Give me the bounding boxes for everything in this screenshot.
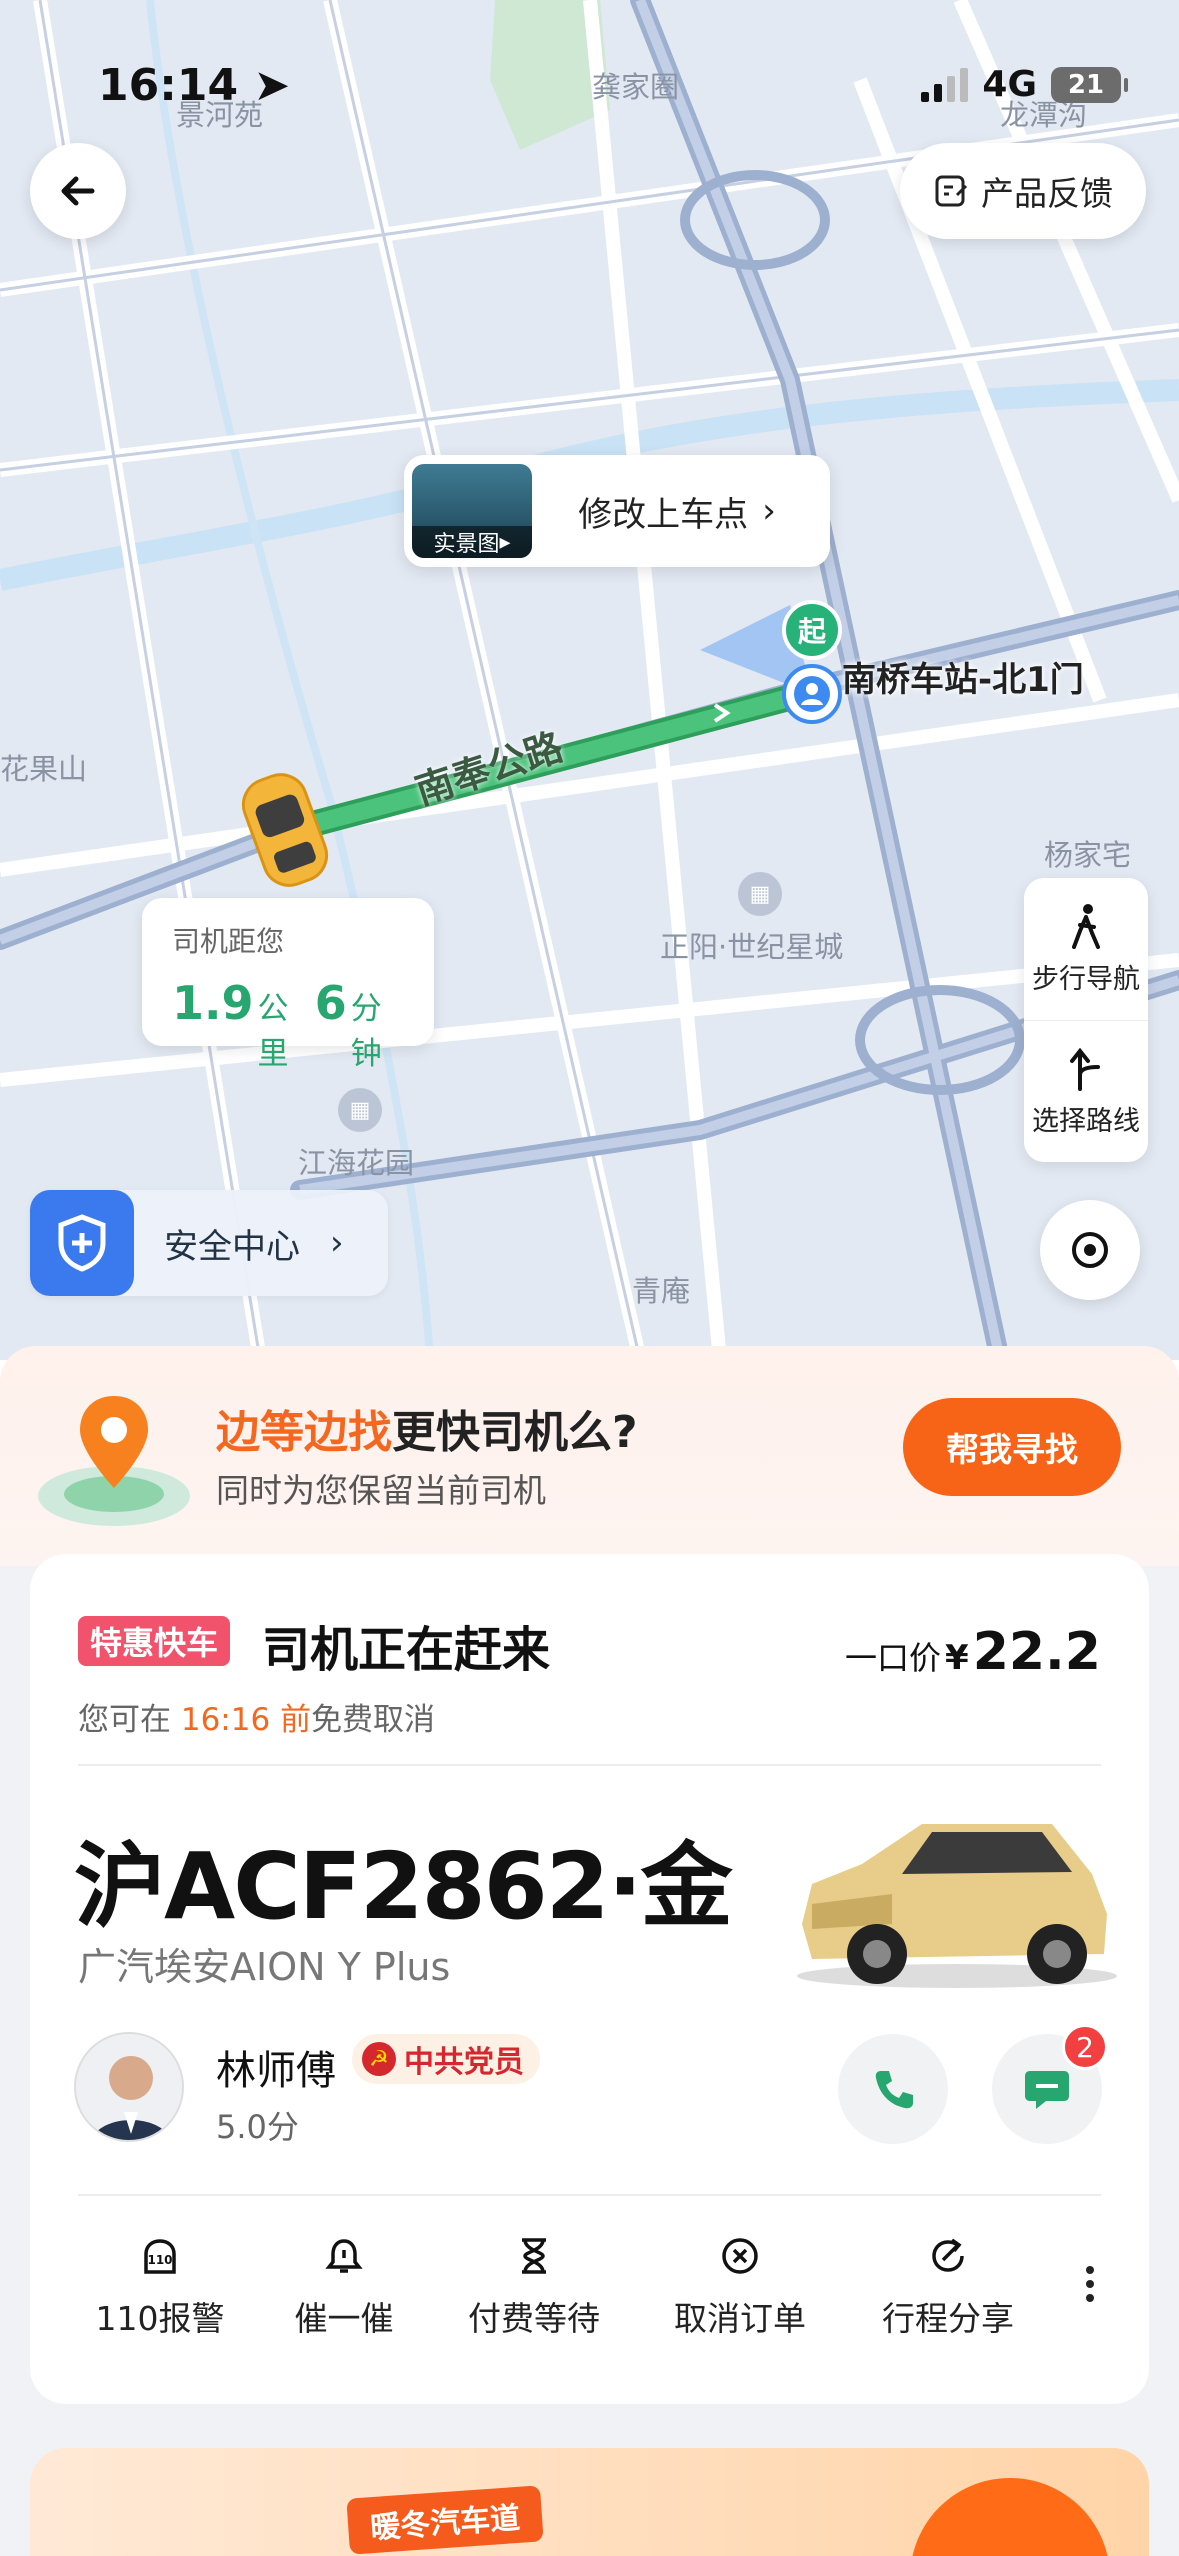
more-options-button[interactable] [1070, 2254, 1110, 2314]
urge-driver-button[interactable]: 催一催 [256, 2234, 432, 2354]
promo-title: 边等边找更快司机么? [216, 1407, 638, 1458]
poi-building-icon: ▦ [738, 872, 782, 916]
locate-me-button[interactable] [1040, 1200, 1140, 1300]
order-status: 司机正在赶来 [262, 1622, 551, 1678]
police-110-icon: 110 [138, 2234, 182, 2278]
action-label: 付费等待 [468, 2299, 600, 2338]
driver-avatar[interactable] [74, 2032, 184, 2142]
eta-distance-unit: 公里 [257, 991, 289, 1072]
choose-route-label: 选择路线 [1032, 1106, 1140, 1137]
phone-icon [875, 2071, 913, 2109]
ad-tag: 暖冬汽车道 [346, 2485, 544, 2555]
edit-note-icon [935, 175, 968, 207]
eta-values: 1.9 公里 6 分钟 [172, 976, 404, 1073]
divider [78, 2194, 1101, 2196]
eta-title: 司机距您 [172, 925, 285, 958]
divider [78, 1764, 1101, 1766]
fixed-price[interactable]: 一口价 ¥ 22.2 [845, 1622, 1101, 1682]
chat-bubble-icon [1025, 2071, 1069, 2109]
locate-target-icon [1072, 1232, 1108, 1268]
map-view[interactable]: 景河苑 龚家圈 龙潭沟 花果山 杨家宅 ▦ 正阳·世纪星城 ▦ 江海花园 青庵 … [0, 0, 1179, 1360]
safety-center-label: 安全中心 [164, 1226, 300, 1267]
map-label: 龚家圈 [592, 70, 680, 104]
change-pickup-card[interactable]: 实景图 ▸ 修改上车点 › [404, 455, 830, 567]
bell-icon [322, 2234, 366, 2278]
car-image [797, 1824, 1117, 1988]
walk-navigation-button[interactable]: 步行导航 [1024, 878, 1148, 1020]
street-view-thumbnail: 实景图 ▸ [412, 464, 532, 558]
driver-name: 林师傅 [216, 2048, 336, 2094]
route-fork-icon [1070, 1047, 1100, 1091]
police-110-button[interactable]: 110 110报警 [64, 2234, 256, 2354]
back-arrow-icon [61, 176, 95, 206]
chevron-right-icon: › [762, 491, 776, 531]
poi-building-icon: ▦ [338, 1088, 382, 1132]
action-label: 110报警 [95, 2299, 225, 2338]
cancel-order-button[interactable]: 取消订单 [636, 2234, 844, 2354]
map-label: 正阳·世纪星城 [660, 930, 844, 964]
action-label: 催一催 [294, 2299, 394, 2338]
car-model: 广汽埃安AION Y Plus [78, 1945, 451, 1989]
product-feedback-button[interactable]: 产品反馈 [900, 143, 1146, 239]
map-label: 杨家宅 [1044, 838, 1132, 872]
share-icon [926, 2234, 970, 2278]
driver-eta-card: 司机距您 1.9 公里 6 分钟 [142, 898, 434, 1072]
share-trip-button[interactable]: 行程分享 [844, 2234, 1052, 2354]
user-location-icon [782, 664, 842, 724]
svg-text:110: 110 [147, 2253, 172, 2267]
choose-route-button[interactable]: 选择路线 [1024, 1020, 1148, 1162]
bottom-sheet: 边等边找更快司机么? 同时为您保留当前司机 帮我寻找 特惠快车 司机正在赶来 您… [0, 1346, 1179, 2556]
map-label: 青庵 [632, 1274, 691, 1308]
map-label: 江海花园 [298, 1146, 415, 1180]
chevron-right-icon: › [330, 1223, 344, 1263]
message-driver-button[interactable]: 2 [992, 2024, 1108, 2144]
signal-icon [921, 67, 969, 102]
promo-ad-banner[interactable]: 暖冬汽车道 [30, 2448, 1149, 2556]
battery-icon: 21 [1051, 66, 1128, 103]
map-side-tools: 步行导航 选择路线 [1024, 878, 1148, 1162]
order-card: 特惠快车 司机正在赶来 您可在 16:16 前免费取消 一口价 ¥ 22.2 沪… [30, 1554, 1149, 2404]
safety-center-button[interactable]: 安全中心 › [30, 1190, 388, 1296]
eta-minutes-unit: 分钟 [350, 991, 382, 1072]
help-me-find-button[interactable]: 帮我寻找 [903, 1398, 1121, 1496]
action-bar: 110 110报警 催一催 付费等待 取消订单 行程分享 [64, 2234, 1124, 2354]
shield-icon [30, 1190, 134, 1296]
status-indicators: 4G 21 [921, 64, 1128, 105]
cancel-circle-icon [718, 2234, 762, 2278]
feedback-label: 产品反馈 [981, 174, 1113, 213]
network-label: 4G [982, 64, 1037, 105]
license-plate: 沪ACF2862·金 [74, 1833, 733, 1940]
eta-minutes: 6 [314, 976, 347, 1030]
location-arrow-icon: ➤ [253, 60, 291, 111]
start-marker: 起 [782, 600, 842, 660]
driver-rating: 5.0分 [216, 2108, 299, 2146]
ride-type-tag: 特惠快车 [78, 1616, 231, 1666]
free-cancel-note: 您可在 16:16 前免费取消 [78, 1702, 436, 1738]
ad-decoration [910, 2478, 1110, 2556]
call-driver-button[interactable] [838, 2034, 948, 2144]
party-emblem-icon: ☭ [362, 2042, 396, 2076]
walk-navigation-label: 步行导航 [1032, 963, 1140, 995]
unread-badge: 2 [1062, 2024, 1108, 2070]
street-view-label: 实景图 ▸ [412, 526, 532, 558]
status-time: 16:14 ➤ [98, 60, 291, 111]
walking-person-icon [1072, 903, 1100, 949]
app-screen: 景河苑 龚家圈 龙潭沟 花果山 杨家宅 ▦ 正阳·世纪星城 ▦ 江海花园 青庵 … [0, 0, 1179, 2556]
map-label: 花果山 [0, 752, 88, 786]
action-label: 行程分享 [882, 2299, 1014, 2338]
location-pin-icon [38, 1396, 190, 1526]
back-button[interactable] [30, 143, 126, 239]
hourglass-icon [512, 2234, 556, 2278]
promo-banner[interactable]: 边等边找更快司机么? 同时为您保留当前司机 帮我寻找 [0, 1346, 1179, 1566]
action-label: 取消订单 [674, 2299, 806, 2338]
eta-distance: 1.9 [172, 976, 254, 1030]
change-pickup-label: 修改上车点 › [578, 491, 776, 535]
party-member-badge: ☭ 中共党员 [352, 2034, 540, 2084]
pickup-station-label: 南桥车站-北1门 [842, 660, 1084, 700]
promo-subtitle: 同时为您保留当前司机 [216, 1471, 546, 1510]
paid-wait-button[interactable]: 付费等待 [432, 2234, 636, 2354]
